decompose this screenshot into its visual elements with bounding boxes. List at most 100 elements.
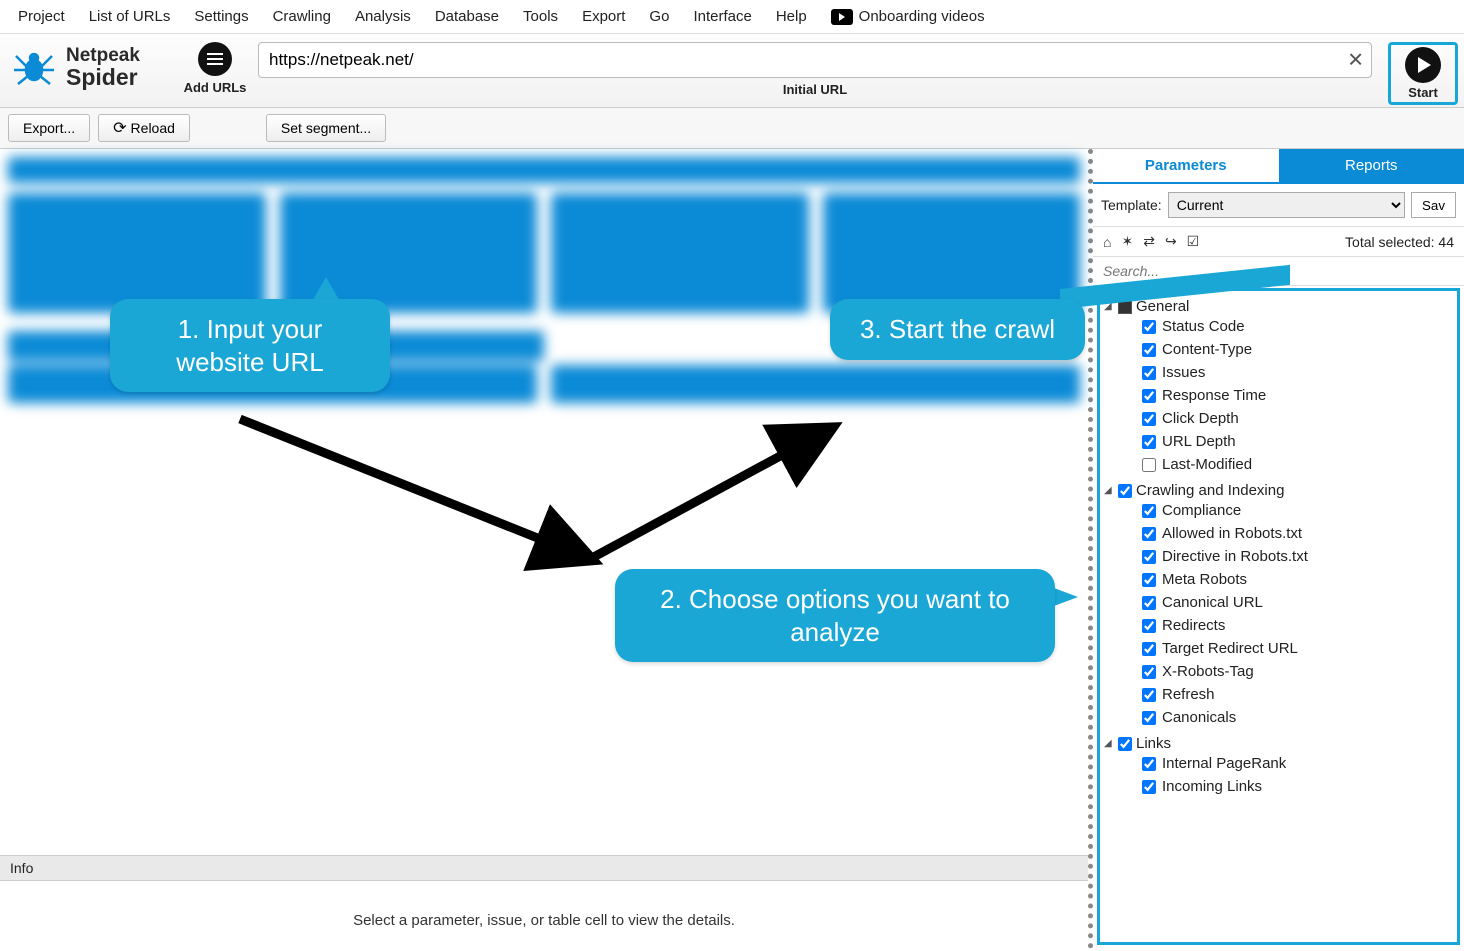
start-button[interactable]: Start (1388, 42, 1458, 105)
tree-item[interactable]: Redirects (1100, 617, 1457, 634)
reload-label: Reload (131, 120, 175, 136)
group-label: Links (1136, 735, 1171, 752)
total-selected-label: Total selected: 44 (1345, 234, 1454, 250)
item-label: Allowed in Robots.txt (1162, 525, 1302, 542)
menu-analysis[interactable]: Analysis (343, 2, 423, 31)
tree-item[interactable]: Internal PageRank (1100, 755, 1457, 772)
tree-item[interactable]: Canonicals (1100, 709, 1457, 726)
tree-item[interactable]: Target Redirect URL (1100, 640, 1457, 657)
tree-item[interactable]: Last-Modified (1100, 456, 1457, 473)
parameter-tree: ◢GeneralStatus CodeContent-TypeIssuesRes… (1097, 288, 1460, 945)
app-logo: Netpeak Spider (10, 42, 180, 90)
group-label: General (1136, 298, 1189, 315)
item-checkbox[interactable] (1142, 366, 1156, 380)
tree-item[interactable]: Content-Type (1100, 341, 1457, 358)
tree-item[interactable]: Directive in Robots.txt (1100, 548, 1457, 565)
main-toolbar: Netpeak Spider Add URLs ✕ Initial URL St… (0, 34, 1464, 108)
item-label: Target Redirect URL (1162, 640, 1298, 657)
item-checkbox[interactable] (1142, 665, 1156, 679)
menu-settings[interactable]: Settings (182, 2, 260, 31)
item-label: Canonical URL (1162, 594, 1263, 611)
clear-url-icon[interactable]: ✕ (1347, 48, 1364, 73)
item-checkbox[interactable] (1142, 412, 1156, 426)
menu-go[interactable]: Go (637, 2, 681, 31)
initial-url-label: Initial URL (258, 82, 1372, 97)
item-checkbox[interactable] (1142, 688, 1156, 702)
item-label: URL Depth (1162, 433, 1236, 450)
tree-group[interactable]: ◢ Links (1100, 735, 1457, 752)
tree-item[interactable]: URL Depth (1100, 433, 1457, 450)
template-row: Template: Current Sav (1093, 184, 1464, 227)
item-checkbox[interactable] (1142, 619, 1156, 633)
tab-reports[interactable]: Reports (1279, 149, 1464, 184)
menu-interface[interactable]: Interface (681, 2, 763, 31)
info-detail-text: Select a parameter, issue, or table cell… (0, 912, 1088, 929)
swap-icon[interactable]: ⇄ (1143, 233, 1155, 250)
tree-item[interactable]: X-Robots-Tag (1100, 663, 1457, 680)
callout-step3: 3. Start the crawl (830, 299, 1085, 360)
tab-parameters[interactable]: Parameters (1093, 149, 1279, 184)
save-template-button[interactable]: Sav (1411, 192, 1456, 218)
item-checkbox[interactable] (1142, 573, 1156, 587)
set-segment-button[interactable]: Set segment... (266, 114, 386, 142)
start-label: Start (1393, 85, 1453, 100)
tree-item[interactable]: Canonical URL (1100, 594, 1457, 611)
tree-item[interactable]: Compliance (1100, 502, 1457, 519)
item-checkbox[interactable] (1142, 780, 1156, 794)
add-urls-label: Add URLs (180, 80, 250, 95)
item-checkbox[interactable] (1142, 458, 1156, 472)
item-checkbox[interactable] (1142, 527, 1156, 541)
item-checkbox[interactable] (1142, 389, 1156, 403)
item-checkbox[interactable] (1142, 320, 1156, 334)
tree-item[interactable]: Click Depth (1100, 410, 1457, 427)
group-checkbox[interactable] (1118, 484, 1132, 498)
reload-button[interactable]: Reload (98, 114, 190, 142)
item-checkbox[interactable] (1142, 343, 1156, 357)
tree-item[interactable]: Issues (1100, 364, 1457, 381)
export-button[interactable]: Export... (8, 114, 90, 142)
collapse-icon[interactable]: ✶ (1121, 233, 1133, 250)
item-checkbox[interactable] (1142, 550, 1156, 564)
tree-item[interactable]: Refresh (1100, 686, 1457, 703)
youtube-icon (831, 9, 853, 25)
side-tabs: Parameters Reports (1093, 149, 1464, 184)
menu-help[interactable]: Help (764, 2, 819, 31)
tree-group[interactable]: ◢General (1100, 298, 1457, 315)
item-label: Refresh (1162, 686, 1215, 703)
menu-project[interactable]: Project (6, 2, 77, 31)
param-toolbar: ⌂ ✶ ⇄ ↪ ☑ Total selected: 44 (1093, 227, 1464, 257)
group-checkbox[interactable] (1118, 737, 1132, 751)
sub-toolbar: Export... Reload Set segment... (0, 108, 1464, 149)
tree-item[interactable]: Status Code (1100, 318, 1457, 335)
menu-export[interactable]: Export (570, 2, 637, 31)
item-checkbox[interactable] (1142, 504, 1156, 518)
menu-tools[interactable]: Tools (511, 2, 570, 31)
disclosure-icon[interactable]: ◢ (1104, 485, 1114, 496)
tree-item[interactable]: Incoming Links (1100, 778, 1457, 795)
tree-item[interactable]: Meta Robots (1100, 571, 1457, 588)
tree-item[interactable]: Allowed in Robots.txt (1100, 525, 1457, 542)
hamburger-icon (198, 42, 232, 76)
menu-onboarding-videos[interactable]: Onboarding videos (819, 2, 997, 31)
item-checkbox[interactable] (1142, 596, 1156, 610)
checkall-icon[interactable]: ☑ (1187, 233, 1200, 250)
redo-icon[interactable]: ↪ (1165, 233, 1177, 250)
home-icon[interactable]: ⌂ (1103, 234, 1111, 250)
disclosure-icon[interactable]: ◢ (1104, 738, 1114, 749)
initial-url-input[interactable] (258, 42, 1372, 78)
item-checkbox[interactable] (1142, 757, 1156, 771)
menu-database[interactable]: Database (423, 2, 511, 31)
add-urls-button[interactable]: Add URLs (180, 42, 250, 95)
tree-group[interactable]: ◢ Crawling and Indexing (1100, 482, 1457, 499)
item-label: Content-Type (1162, 341, 1252, 358)
menu-list-of-urls[interactable]: List of URLs (77, 2, 183, 31)
menu-onboarding-label: Onboarding videos (859, 8, 985, 25)
item-checkbox[interactable] (1142, 435, 1156, 449)
item-checkbox[interactable] (1142, 642, 1156, 656)
group-label: Crawling and Indexing (1136, 482, 1284, 499)
item-checkbox[interactable] (1142, 711, 1156, 725)
menu-crawling[interactable]: Crawling (261, 2, 343, 31)
template-select[interactable]: Current (1168, 192, 1405, 218)
tree-item[interactable]: Response Time (1100, 387, 1457, 404)
item-label: Incoming Links (1162, 778, 1262, 795)
